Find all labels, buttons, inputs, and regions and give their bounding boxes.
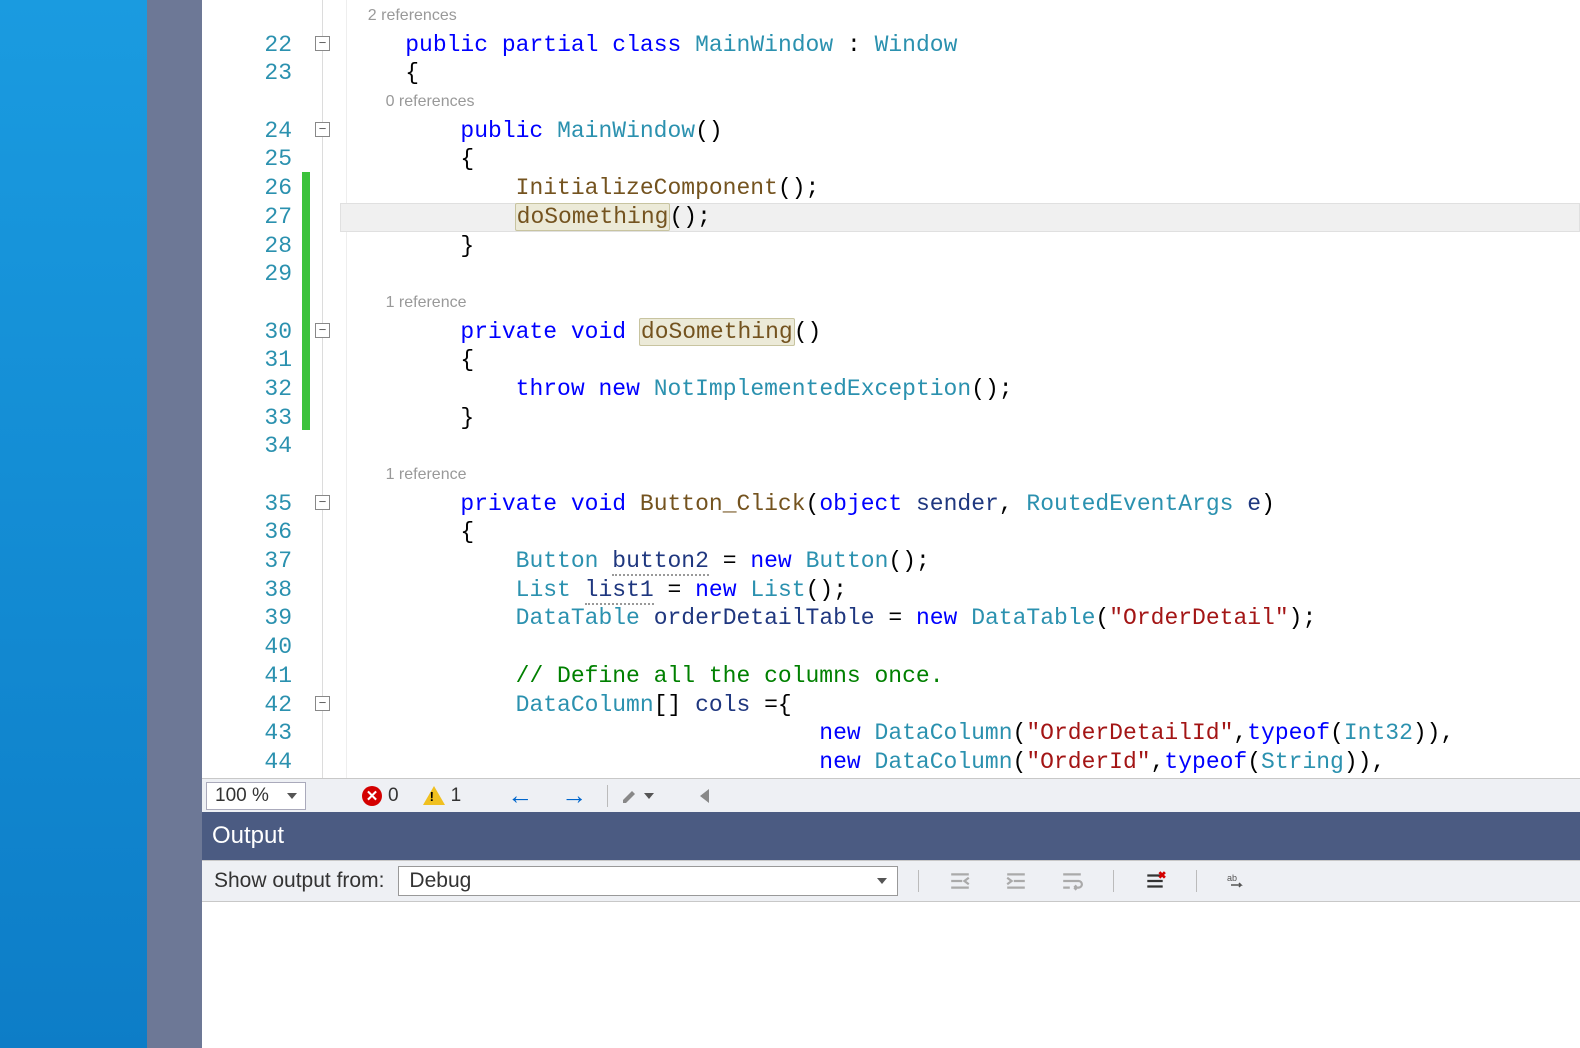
symbol-highlight: doSomething [515, 203, 671, 231]
symbol-highlight: doSomething [639, 318, 795, 346]
indent-left-button[interactable] [943, 866, 977, 896]
codelens-link[interactable]: 0 references [386, 93, 475, 110]
codelens-link[interactable]: 1 reference [386, 466, 467, 483]
warning-icon [423, 786, 445, 805]
fold-toggle[interactable]: − [315, 495, 330, 510]
output-panel-toolbar: Show output from: Debug ab [202, 860, 1580, 902]
nav-back-button[interactable]: ← [507, 780, 533, 811]
error-count[interactable]: ✕ 0 [362, 785, 399, 807]
fold-toggle[interactable]: − [315, 122, 330, 137]
nav-forward-button[interactable]: → [561, 780, 587, 811]
output-source-label: Show output from: [214, 869, 384, 893]
fold-toggle[interactable]: − [315, 696, 330, 711]
editor-status-bar: 100 % ✕ 0 1 ← → [202, 778, 1580, 812]
scroll-left-icon[interactable] [700, 789, 709, 803]
warning-count[interactable]: 1 [423, 785, 462, 807]
svg-text:ab: ab [1227, 873, 1237, 883]
code-editor[interactable]: 22 23 24 25 26 27 28 29 30 31 32 33 34 3… [202, 0, 1580, 778]
zoom-dropdown[interactable]: 100 % [206, 782, 306, 810]
codelens-link[interactable]: 2 references [368, 7, 457, 24]
ide-sidebar-strip [147, 0, 202, 1048]
chevron-down-icon [644, 793, 654, 799]
fold-toggle[interactable]: − [315, 36, 330, 51]
toggle-autoscroll-button[interactable]: ab [1221, 866, 1255, 896]
clear-output-button[interactable] [1138, 866, 1172, 896]
change-indicator-gutter [302, 0, 310, 778]
line-number-gutter: 22 23 24 25 26 27 28 29 30 31 32 33 34 3… [202, 0, 302, 778]
fold-toggle[interactable]: − [315, 323, 330, 338]
chevron-down-icon [877, 878, 887, 884]
word-wrap-button[interactable] [1055, 866, 1089, 896]
chevron-down-icon [287, 793, 297, 799]
output-panel-title[interactable]: Output [202, 812, 1580, 860]
highlight-dropdown[interactable] [620, 786, 654, 806]
error-icon: ✕ [362, 786, 382, 806]
code-fold-gutter: − − − − − [310, 0, 340, 778]
output-source-dropdown[interactable]: Debug [398, 866, 898, 896]
desktop-background [0, 0, 147, 1048]
codelens-link[interactable]: 1 reference [386, 294, 467, 311]
code-text-area[interactable]: 2 references public partial class MainWi… [340, 0, 1580, 778]
indent-right-button[interactable] [999, 866, 1033, 896]
